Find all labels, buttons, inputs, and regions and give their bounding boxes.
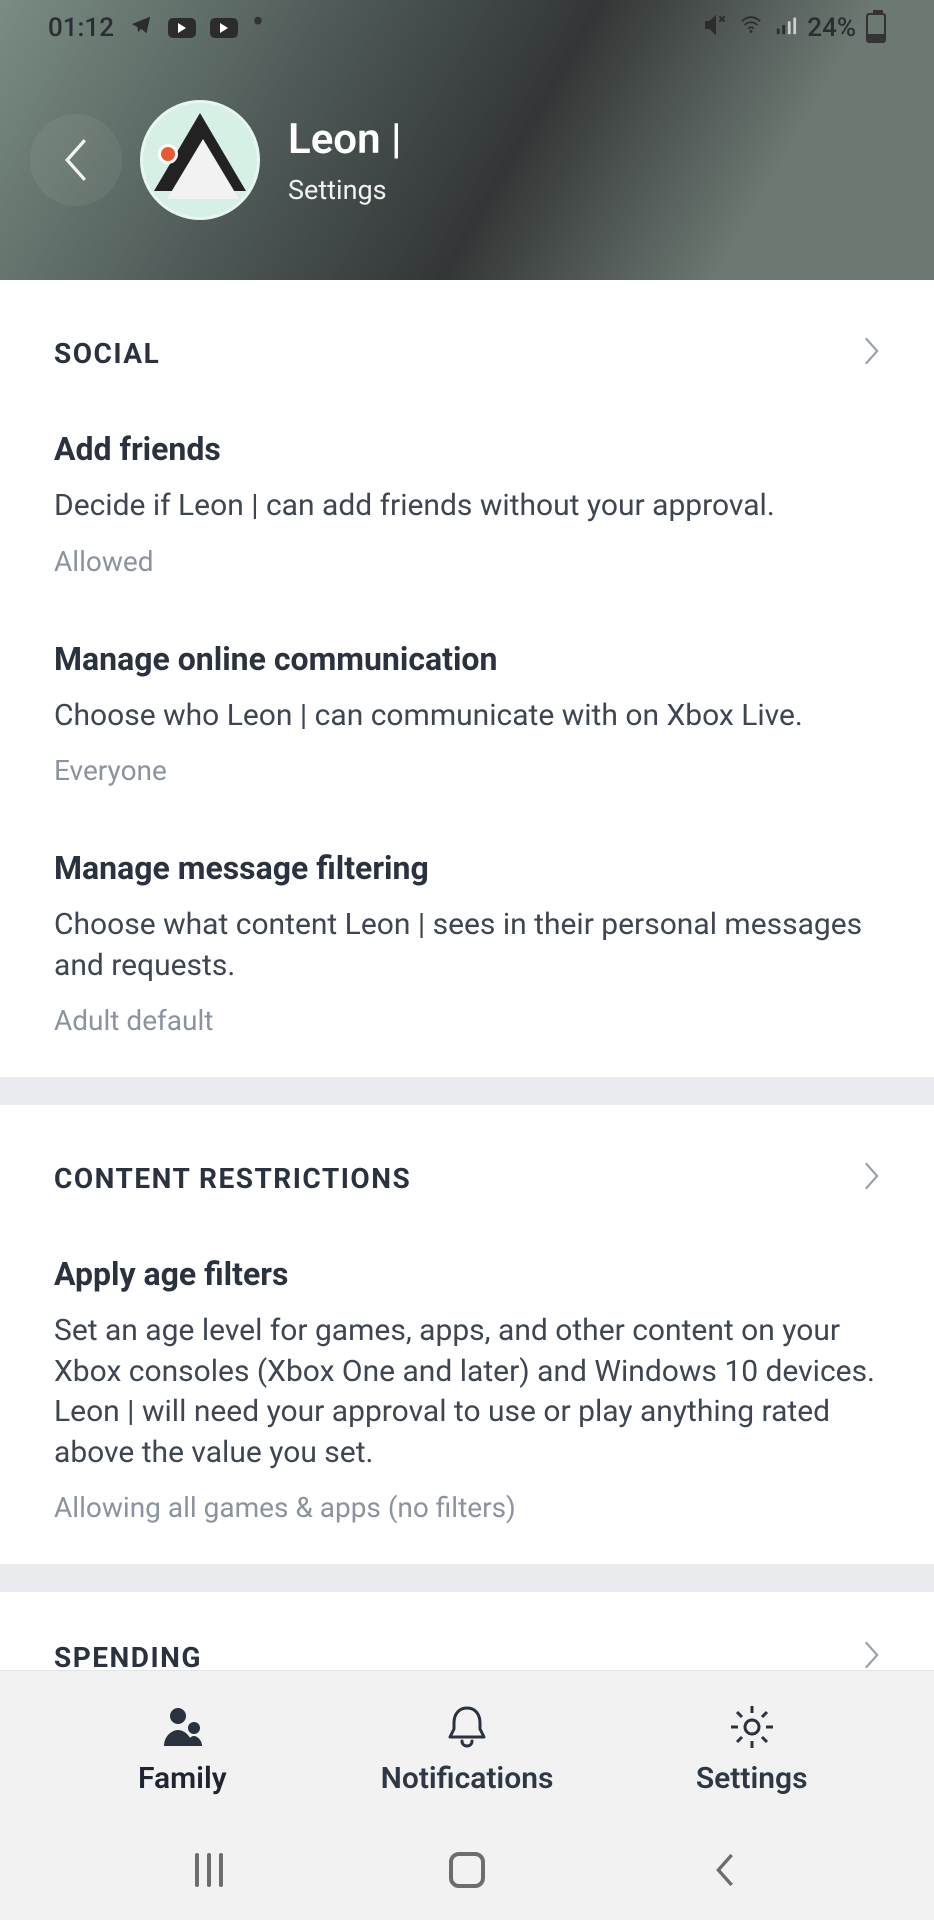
item-manage-online-communication[interactable]: Manage online communication Choose who L…	[54, 640, 880, 788]
chevron-right-icon	[863, 1640, 880, 1674]
status-right: 24%	[703, 13, 886, 44]
avatar[interactable]	[140, 100, 260, 220]
item-title: Manage message filtering	[54, 849, 880, 887]
nav-label: Notifications	[381, 1761, 554, 1796]
item-manage-message-filtering[interactable]: Manage message filtering Choose what con…	[54, 849, 880, 1037]
android-nav-bar	[0, 1820, 934, 1920]
recents-button[interactable]	[179, 1853, 239, 1887]
mute-icon	[703, 13, 727, 44]
nav-family[interactable]: Family	[40, 1703, 325, 1796]
status-left: 01:12 •	[48, 13, 264, 43]
nav-label: Family	[138, 1761, 227, 1796]
section-title-spending: SPENDING	[54, 1641, 202, 1674]
cellular-icon	[775, 13, 797, 43]
section-header-social[interactable]: SOCIAL	[54, 336, 880, 370]
item-value: Adult default	[54, 1004, 880, 1037]
header-text: Leon | Settings	[288, 115, 402, 206]
youtube-icon-2	[210, 18, 238, 38]
item-value: Everyone	[54, 754, 880, 787]
item-desc: Set an age level for games, apps, and ot…	[54, 1311, 880, 1473]
item-title: Add friends	[54, 430, 880, 468]
section-divider	[0, 1564, 934, 1592]
item-value: Allowing all games & apps (no filters)	[54, 1491, 880, 1524]
bell-icon	[446, 1703, 488, 1751]
section-header-content-restrictions[interactable]: CONTENT RESTRICTIONS	[54, 1161, 880, 1195]
bottom-nav: Family Notifications Settings	[0, 1670, 934, 1820]
section-content-restrictions: CONTENT RESTRICTIONS Apply age filters S…	[0, 1105, 934, 1564]
chevron-right-icon	[863, 1161, 880, 1195]
settings-content: SOCIAL Add friends Decide if Leon | can …	[0, 280, 934, 1712]
section-title-content-restrictions: CONTENT RESTRICTIONS	[54, 1162, 411, 1195]
section-title-social: SOCIAL	[54, 337, 160, 370]
battery-icon	[866, 13, 886, 43]
profile-name: Leon |	[288, 115, 402, 164]
item-apply-age-filters[interactable]: Apply age filters Set an age level for g…	[54, 1255, 880, 1524]
battery-percent: 24%	[807, 13, 856, 43]
nav-notifications[interactable]: Notifications	[325, 1703, 610, 1796]
item-desc: Choose what content Leon | sees in their…	[54, 905, 880, 986]
item-title: Apply age filters	[54, 1255, 880, 1293]
item-desc: Decide if Leon | can add friends without…	[54, 486, 880, 527]
nav-label: Settings	[696, 1761, 808, 1796]
wifi-icon	[737, 13, 765, 43]
back-button[interactable]	[30, 114, 122, 206]
item-title: Manage online communication	[54, 640, 880, 678]
item-value: Allowed	[54, 545, 880, 578]
home-button[interactable]	[437, 1852, 497, 1888]
status-time: 01:12	[48, 13, 114, 43]
chevron-right-icon	[863, 336, 880, 370]
section-divider	[0, 1077, 934, 1105]
item-desc: Choose who Leon | can communicate with o…	[54, 696, 880, 737]
gear-icon	[727, 1703, 777, 1751]
family-icon	[156, 1703, 208, 1751]
page-title: Settings	[288, 174, 402, 206]
item-add-friends[interactable]: Add friends Decide if Leon | can add fri…	[54, 430, 880, 578]
section-social: SOCIAL Add friends Decide if Leon | can …	[0, 280, 934, 1077]
nav-settings[interactable]: Settings	[609, 1703, 894, 1796]
youtube-icon	[168, 18, 196, 38]
system-back-button[interactable]	[695, 1853, 755, 1887]
telegram-icon	[128, 14, 154, 42]
section-header-spending[interactable]: SPENDING	[54, 1640, 880, 1674]
status-bar: 01:12 • 24%	[0, 0, 934, 56]
